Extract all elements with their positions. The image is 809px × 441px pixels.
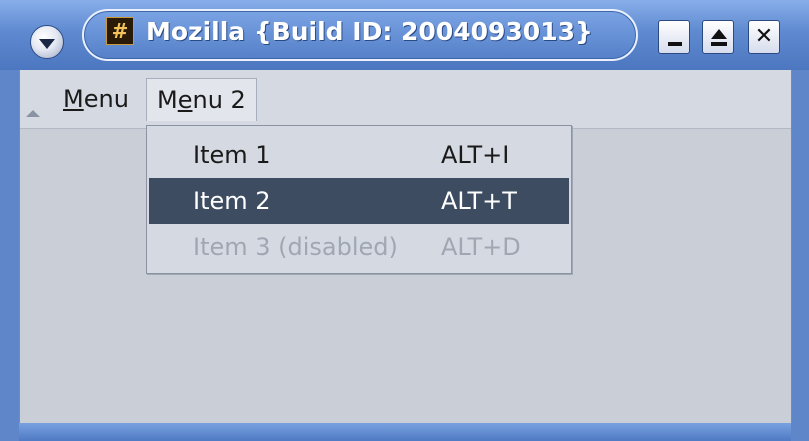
- menu-item-menu[interactable]: Menu: [53, 78, 139, 120]
- menu-bar: Menu Menu 2: [20, 70, 791, 129]
- close-icon: ✕: [754, 24, 774, 49]
- window-menu-button[interactable]: [30, 25, 64, 59]
- chevron-down-icon: [39, 38, 55, 49]
- dropdown-item-3-disabled: Item 3 (disabled) ALT+D: [149, 224, 569, 270]
- menu-label-rest: nu 2: [192, 86, 246, 114]
- dropdown-item-1[interactable]: Item 1 ALT+I: [149, 132, 569, 178]
- minimize-button[interactable]: [658, 20, 690, 54]
- mnemonic-char: e: [177, 86, 193, 114]
- mnemonic-char: M: [63, 85, 84, 113]
- title-bar[interactable]: # Mozilla {Build ID: 2004093013} ✕: [0, 0, 809, 70]
- item-shortcut: ALT+D: [441, 233, 521, 261]
- item-shortcut: ALT+I: [441, 141, 510, 169]
- menu-item-menu-2[interactable]: Menu 2: [146, 78, 257, 121]
- item-label: Item 1: [193, 141, 271, 169]
- dropdown-item-2[interactable]: Item 2 ALT+T: [149, 178, 569, 224]
- window-title: Mozilla {Build ID: 2004093013}: [146, 17, 593, 46]
- menubar-grip-icon[interactable]: [26, 110, 40, 117]
- menu-label-rest: enu: [83, 85, 129, 113]
- item-label: Item 2: [193, 187, 271, 215]
- maximize-button[interactable]: [702, 20, 734, 54]
- item-shortcut: ALT+T: [441, 187, 517, 215]
- window-bottom-frame: [19, 423, 791, 441]
- close-button[interactable]: ✕: [748, 20, 780, 54]
- item-label: Item 3 (disabled): [193, 233, 398, 261]
- menu-label-pre: M: [157, 86, 178, 114]
- dropdown-menu: Item 1 ALT+I Item 2 ALT+T Item 3 (disabl…: [146, 125, 572, 274]
- mozilla-app-icon: #: [106, 17, 134, 45]
